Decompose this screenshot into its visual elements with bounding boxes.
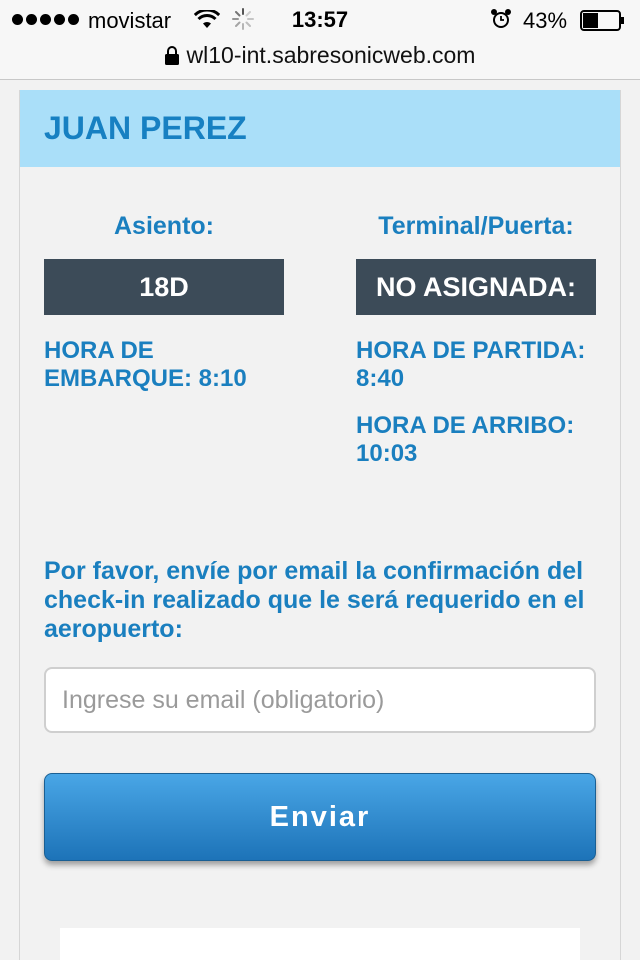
status-bar: movistar 13:57 43% — [0, 0, 640, 40]
email-input[interactable] — [44, 667, 596, 733]
checkin-card: JUAN PEREZ Asiento: Terminal/Puerta: 18D… — [19, 90, 621, 960]
battery-icon — [580, 10, 624, 31]
lock-icon — [164, 45, 179, 65]
boarding-time: HORA DE EMBARQUE: 8:10 — [44, 337, 247, 392]
bottom-panel — [60, 928, 580, 960]
browser-top-bar: movistar 13:57 43% wl10-int.sabresonicwe… — [0, 0, 640, 80]
url-text: wl10-int.sabresonicweb.com — [186, 41, 476, 68]
arrival-time: HORA DE ARRIBO: 10:03 — [356, 412, 575, 467]
address-bar[interactable]: wl10-int.sabresonicweb.com — [0, 40, 640, 70]
battery-percent: 43% — [523, 8, 568, 33]
departure-time: HORA DE PARTIDA: 8:40 — [356, 337, 586, 392]
send-button[interactable]: Enviar — [44, 773, 596, 861]
seat-label: Asiento: — [114, 212, 214, 240]
passenger-header: JUAN PEREZ — [20, 90, 620, 167]
gate-label: Terminal/Puerta: — [378, 212, 574, 240]
passenger-name: JUAN PEREZ — [44, 110, 247, 146]
alarm-icon — [491, 9, 511, 28]
gate-value: NO ASIGNADA: — [356, 259, 596, 315]
seat-value: 18D — [44, 259, 284, 315]
email-instructions: Por favor, envíe por email la confirmaci… — [44, 557, 585, 643]
